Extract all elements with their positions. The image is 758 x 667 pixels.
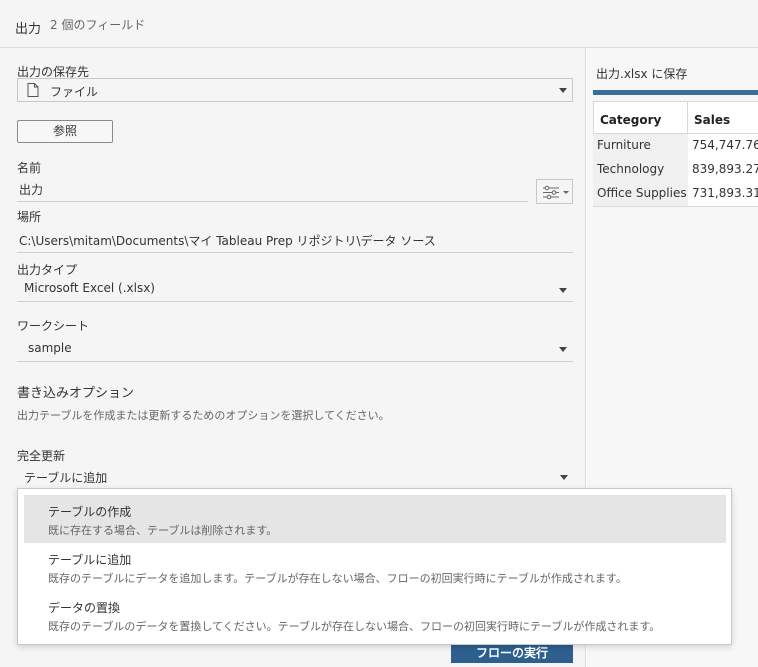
table-cell: 731,893.31 [688, 182, 758, 206]
option-description: 既に存在する場合、テーブルは削除されます。 [48, 524, 278, 537]
chevron-down-icon [559, 288, 567, 293]
sliders-icon [543, 185, 569, 200]
table-divider [593, 206, 758, 207]
table-cell: Furniture [593, 134, 688, 158]
option-title: データの置換 [48, 601, 121, 615]
menu-option-replace-data[interactable]: データの置換 既存のテーブルのデータを置換してください。テーブルが存在しない場合… [24, 591, 726, 639]
column-header-category[interactable]: Category [593, 101, 688, 134]
worksheet-underline [17, 361, 573, 362]
write-options-heading: 書き込みオプション [17, 386, 135, 401]
name-underline [17, 201, 528, 202]
worksheet-dropdown[interactable]: sample [17, 336, 573, 360]
run-flow-button[interactable]: フローの実行 [451, 643, 573, 663]
table-row: Furniture 754,747.76 [593, 134, 758, 158]
table-row: Technology 839,893.27 [593, 158, 758, 182]
worksheet-label: ワークシート [17, 319, 90, 333]
name-options-button[interactable] [536, 179, 573, 204]
table-cell: 754,747.76 [688, 134, 758, 158]
table-cell: Office Supplies [593, 182, 688, 206]
location-value[interactable]: C:\Users\mitam\Documents\マイ Tableau Prep… [19, 232, 436, 249]
name-input[interactable]: 出力 [19, 181, 43, 198]
option-description: 既存のテーブルにデータを追加します。テーブルが存在しない場合、フローの初回実行時… [48, 572, 627, 585]
menu-option-append-table[interactable]: テーブルに追加 既存のテーブルにデータを追加します。テーブルが存在しない場合、フ… [24, 543, 726, 591]
chevron-down-icon [559, 347, 567, 352]
table-row: Office Supplies 731,893.31 [593, 182, 758, 206]
location-underline [17, 252, 573, 253]
field-count: 2 個のフィールド [50, 18, 146, 32]
worksheet-value: sample [28, 341, 72, 355]
write-mode-dropdown[interactable]: テーブルに追加 [17, 465, 573, 489]
menu-option-create-table[interactable]: テーブルの作成 既に存在する場合、テーブルは削除されます。 [24, 495, 726, 543]
preview-accent-bar [593, 90, 758, 95]
table-cell: Technology [593, 158, 688, 182]
write-mode-value: テーブルに追加 [24, 471, 108, 485]
option-title: テーブルに追加 [48, 553, 132, 567]
output-location-value: ファイル [50, 85, 99, 99]
name-label: 名前 [17, 161, 42, 175]
header: 出力 2 個のフィールド [0, 0, 758, 48]
output-location-dropdown[interactable]: ファイル [17, 78, 573, 102]
table-cell: 839,893.27 [688, 158, 758, 182]
location-label: 場所 [17, 210, 42, 224]
option-title: テーブルの作成 [48, 505, 132, 519]
full-refresh-label: 完全更新 [17, 449, 66, 463]
column-header-sales[interactable]: Sales [687, 101, 758, 134]
chevron-down-icon [560, 475, 568, 480]
write-mode-menu: テーブルの作成 既に存在する場合、テーブルは削除されます。 テーブルに追加 既存… [17, 488, 732, 645]
panel-title: 出力 [15, 22, 42, 37]
browse-button[interactable]: 参照 [17, 120, 113, 143]
output-type-dropdown[interactable]: Microsoft Excel (.xlsx) [17, 277, 573, 301]
write-options-description: 出力テーブルを作成または更新するためのオプションを選択してください。 [17, 409, 390, 422]
option-description: 既存のテーブルのデータを置換してください。テーブルが存在しない場合、フローの初回… [48, 620, 661, 633]
chevron-down-icon [559, 88, 567, 93]
preview-title: 出力.xlsx に保存 [596, 67, 688, 81]
document-icon [27, 83, 39, 97]
output-type-label: 出力タイプ [17, 263, 78, 277]
output-type-value: Microsoft Excel (.xlsx) [24, 281, 155, 295]
output-type-underline [17, 301, 573, 302]
